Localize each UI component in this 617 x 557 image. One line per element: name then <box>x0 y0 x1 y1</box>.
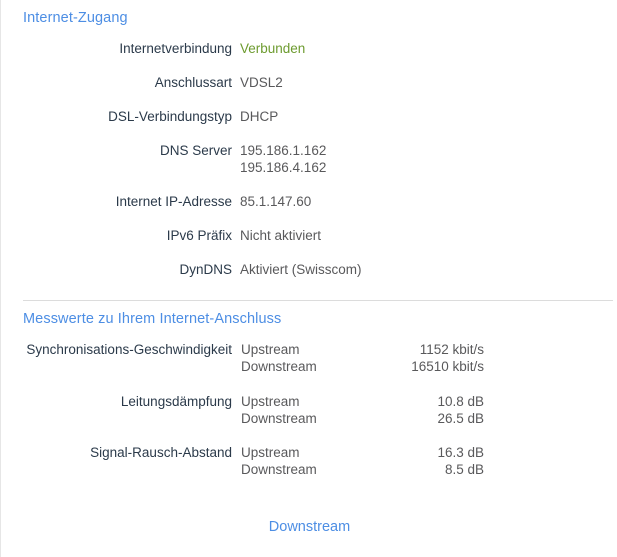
meas-value-upstream: 16.3 dB <box>437 445 484 460</box>
info-row-internetverbindung: Internetverbindung Verbunden <box>1 41 617 59</box>
meas-row-line-attenuation: Leitungsdämpfung Upstream 10.8 dB Downst… <box>1 394 617 430</box>
meas-value-upstream: 10.8 dB <box>437 394 484 409</box>
meas-label: Signal-Rausch-Abstand <box>90 445 232 460</box>
info-label: Internetverbindung <box>119 41 232 56</box>
section-divider <box>23 300 613 301</box>
info-label: DNS Server <box>159 143 232 158</box>
meas-value-upstream: 1152 kbit/s <box>419 342 484 357</box>
meas-direction-upstream: Upstream <box>241 445 300 460</box>
section-title-internet-access: Internet-Zugang <box>23 10 128 26</box>
info-label: DSL-Verbindungstyp <box>108 109 232 124</box>
status-badge-connection: Verbunden <box>240 41 306 56</box>
info-value: VDSL2 <box>240 75 283 90</box>
info-row-dyndns: DynDNS Aktiviert (Swisscom) <box>1 262 617 280</box>
info-value-dns-secondary: 195.186.4.162 <box>240 160 327 175</box>
meas-direction-upstream: Upstream <box>241 394 300 409</box>
info-value: 85.1.147.60 <box>240 194 312 209</box>
meas-label: Leitungsdämpfung <box>120 394 232 409</box>
meas-value-downstream: 8.5 dB <box>444 462 484 477</box>
info-value: DHCP <box>240 109 279 124</box>
info-row-ipv6-praefix: IPv6 Präfix Nicht aktiviert <box>1 228 617 246</box>
meas-direction-upstream: Upstream <box>241 342 300 357</box>
info-value: Nicht aktiviert <box>240 228 322 243</box>
info-row-dns-server: DNS Server 195.186.1.162 195.186.4.162 <box>1 143 617 179</box>
meas-row-snr: Signal-Rausch-Abstand Upstream 16.3 dB D… <box>1 445 617 481</box>
info-row-internet-ip-adresse: Internet IP-Adresse 85.1.147.60 <box>1 194 617 212</box>
meas-row-sync-speed: Synchronisations-Geschwindigkeit Upstrea… <box>1 342 617 378</box>
info-label: Internet IP-Adresse <box>115 194 232 209</box>
info-label: DynDNS <box>179 262 232 277</box>
info-label: IPv6 Präfix <box>166 228 232 243</box>
info-value: Aktiviert (Swisscom) <box>240 262 362 277</box>
section-title-measurements: Messwerte zu Ihrem Internet-Anschluss <box>23 311 282 327</box>
meas-value-downstream: 16510 kbit/s <box>411 359 484 374</box>
info-label: Anschlussart <box>154 75 232 90</box>
downstream-link[interactable]: Downstream <box>269 519 350 535</box>
info-row-anschlussart: Anschlussart VDSL2 <box>1 75 617 93</box>
router-status-page: Internet-Zugang Internetverbindung Verbu… <box>0 0 617 557</box>
info-value-dns-primary: 195.186.1.162 <box>240 143 327 158</box>
info-row-dsl-verbindungstyp: DSL-Verbindungstyp DHCP <box>1 109 617 127</box>
meas-value-downstream: 26.5 dB <box>437 411 484 426</box>
meas-label: Synchronisations-Geschwindigkeit <box>26 342 232 357</box>
footer-link-container: Downstream <box>1 518 617 536</box>
